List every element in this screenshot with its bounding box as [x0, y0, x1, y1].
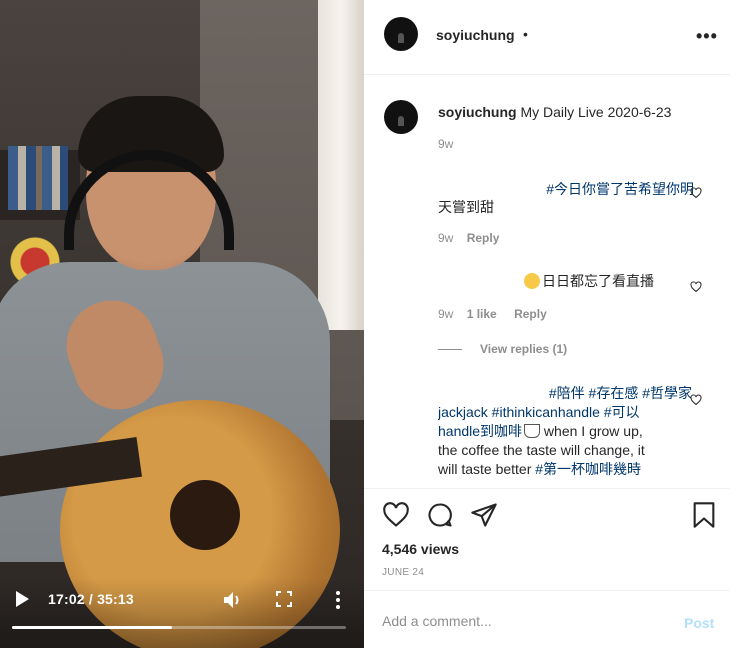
post-date[interactable]: JUNE 24: [382, 567, 424, 578]
comment-3-hashtags-1[interactable]: #陪伴 #存在感 #哲學家: [549, 385, 692, 401]
comment-1-reply[interactable]: Reply: [467, 231, 500, 245]
share-icon[interactable]: [470, 501, 498, 529]
curtain: [318, 0, 364, 330]
comment-3-hashtag-5[interactable]: #第一杯咖啡幾時: [535, 461, 641, 477]
caption-avatar[interactable]: [384, 100, 418, 134]
coffee-cup-icon: [524, 424, 541, 438]
comment-1-age: 9w: [438, 231, 454, 245]
comment-3-line3: handle到咖啡 when I grow up,: [438, 422, 694, 440]
avatar[interactable]: [384, 17, 418, 51]
comment-3-line1: #陪伴 #存在感 #哲學家: [438, 384, 692, 402]
comment-3-line2: jackjack #ithinkicanhandle #可以: [438, 403, 678, 421]
comment-input[interactable]: [382, 611, 662, 631]
comment-2: 日日都忘了看直播: [438, 272, 654, 290]
view-replies-line: [438, 349, 462, 351]
more-options-icon[interactable]: •••: [696, 26, 718, 47]
like-heart-icon[interactable]: [382, 501, 410, 529]
guitar-soundhole: [170, 480, 240, 550]
header-username[interactable]: soyiuchung: [436, 27, 515, 43]
caption-age: 9w: [438, 137, 454, 151]
view-replies-button[interactable]: View replies (1): [438, 342, 567, 356]
video-player[interactable]: 17:02 / 35:13: [0, 0, 364, 648]
more-vertical-icon[interactable]: [334, 590, 342, 610]
crying-face-icon: [524, 273, 540, 289]
post-button[interactable]: Post: [684, 615, 714, 631]
comment-2-reply[interactable]: Reply: [514, 307, 547, 321]
fullscreen-icon[interactable]: [276, 591, 292, 607]
video-progress-fill: [12, 626, 173, 629]
comment-3-hashtags-2[interactable]: jackjack #ithinkicanhandle #可以: [438, 404, 640, 420]
video-controls: [0, 578, 364, 648]
like-heart-icon[interactable]: [690, 187, 702, 199]
comment-3-line5: will taste better #第一杯咖啡幾時: [438, 460, 694, 478]
comment-1-hashtag[interactable]: #今日你嘗了苦希望你明: [546, 181, 694, 197]
comment-1-meta: 9w Reply: [438, 231, 499, 245]
like-heart-icon[interactable]: [690, 394, 702, 406]
comment-3-text-3: when I grow up,: [540, 423, 643, 439]
comment-3-hashtags-3[interactable]: handle到咖啡: [438, 423, 522, 439]
books: [8, 146, 68, 210]
comment-1-line2: 天嘗到甜: [438, 199, 494, 215]
video-progress-bar[interactable]: [12, 626, 346, 629]
comment-icon[interactable]: [426, 501, 454, 529]
play-icon[interactable]: [14, 590, 30, 608]
action-bar: 4,546 views JUNE 24: [364, 488, 730, 588]
caption-username[interactable]: soyiuchung: [438, 104, 517, 120]
post-panel: soyiuchung • ••• soyiuchung My Daily Liv…: [364, 0, 730, 648]
add-comment-bar: Post: [364, 590, 730, 648]
view-count[interactable]: 4,546 views: [382, 541, 459, 557]
header-dot: •: [523, 26, 528, 42]
view-replies-label: View replies (1): [480, 342, 568, 356]
like-heart-icon[interactable]: [690, 281, 702, 293]
comment-2-meta: 9w 1 like Reply: [438, 307, 547, 321]
comment-3-text-5: will taste better: [438, 461, 536, 477]
caption: soyiuchung My Daily Live 2020-6-23: [438, 103, 708, 121]
comment-3-line4: the coffee the taste will change, it: [438, 442, 645, 458]
header-divider: [364, 74, 730, 75]
comment-2-likes[interactable]: 1 like: [467, 307, 497, 321]
comment-1: #今日你嘗了苦希望你明: [438, 180, 694, 198]
bookmark-icon[interactable]: [690, 501, 718, 529]
video-time: 17:02 / 35:13: [48, 591, 134, 607]
comment-2-text: 日日都忘了看直播: [542, 273, 654, 289]
comment-2-age: 9w: [438, 307, 454, 321]
comment-3: #陪伴 #存在感 #哲學家 jackjack #ithinkicanhandle…: [438, 384, 694, 488]
caption-text: My Daily Live 2020-6-23: [516, 104, 672, 120]
volume-icon[interactable]: [222, 590, 242, 610]
